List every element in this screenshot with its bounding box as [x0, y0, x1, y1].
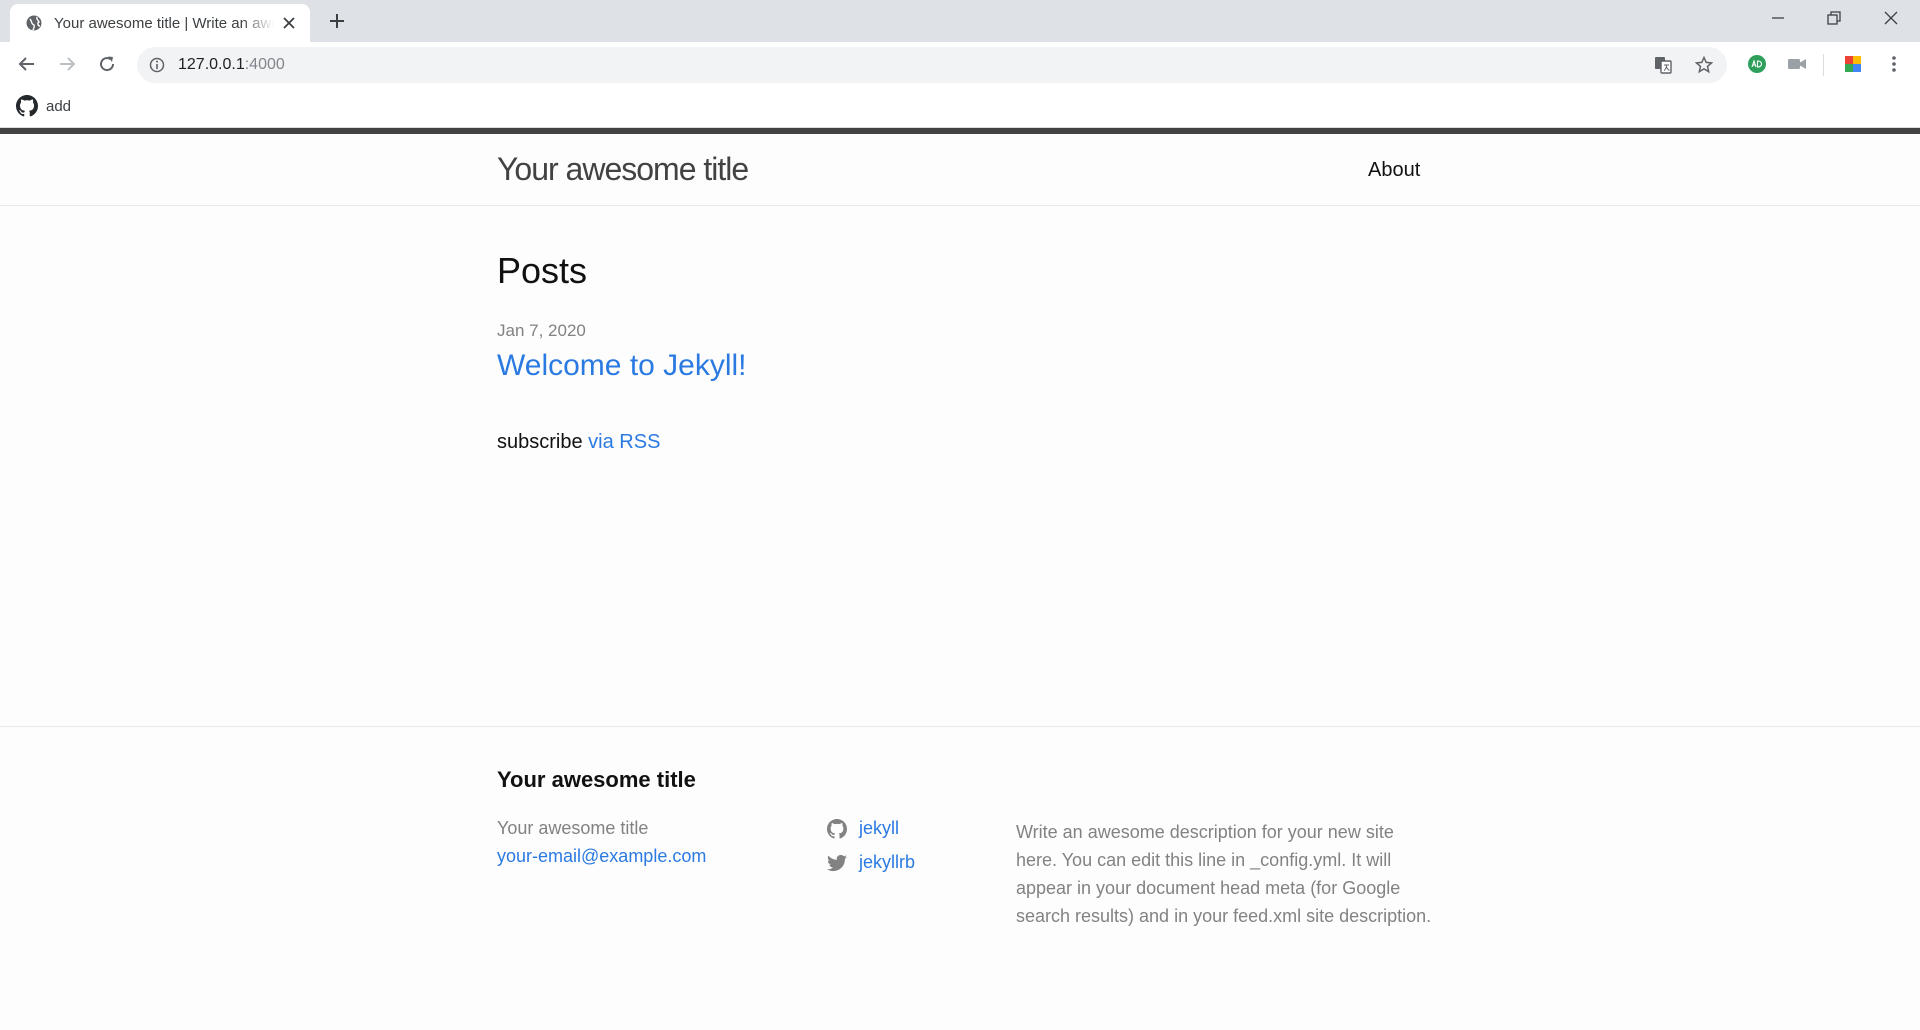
web-page: Your awesome title About Posts Jan 7, 20… [0, 128, 1920, 1030]
restore-icon[interactable] [1826, 10, 1842, 26]
minimize-icon[interactable] [1770, 10, 1786, 26]
github-link[interactable]: jekyll [827, 818, 899, 839]
bookmark-star-icon[interactable] [1695, 56, 1713, 74]
info-icon[interactable] [149, 57, 165, 73]
footer-heading: Your awesome title [497, 767, 696, 792]
rss-link[interactable]: via RSS [588, 431, 660, 453]
color-extension-icon[interactable] [1843, 54, 1863, 74]
toolbar-separator [1823, 54, 1824, 76]
post-title-link[interactable]: Welcome to Jekyll! [497, 349, 747, 383]
posts-heading: Posts [497, 250, 588, 291]
site-title-link[interactable]: Your awesome title [497, 151, 749, 188]
menu-kebab-icon[interactable] [1884, 54, 1904, 74]
subscribe-line: subscribe via RSS [497, 431, 660, 454]
close-tab-icon[interactable] [282, 16, 296, 30]
subscribe-text: subscribe [497, 431, 583, 453]
post-date: Jan 7, 2020 [497, 321, 586, 340]
twitter-username: jekyllrb [859, 852, 916, 872]
address-bar[interactable]: 127.0.0.1:4000 [137, 47, 1727, 83]
bookmark-label: add [46, 97, 72, 115]
back-icon[interactable] [17, 54, 37, 74]
camera-extension-icon[interactable] [1787, 54, 1807, 74]
bookmark-add[interactable]: add [16, 94, 71, 118]
site-header: Your awesome title About [0, 134, 1920, 206]
footer-description: Write an awesome description for your ne… [1016, 822, 1432, 926]
browser-tab[interactable]: Your awesome title | Write an awesome de… [10, 4, 310, 42]
footer-email-link[interactable]: your-email@example.com [497, 846, 706, 867]
twitter-icon [827, 854, 847, 871]
footer-name: Your awesome title [497, 818, 649, 838]
adguard-extension-icon[interactable] [1747, 54, 1767, 74]
forward-icon[interactable] [57, 54, 77, 74]
tab-strip: Your awesome title | Write an awesome de… [0, 0, 1920, 42]
github-icon [16, 95, 38, 117]
url-host: 127.0.0.1 [178, 56, 245, 73]
reload-icon[interactable] [97, 54, 117, 74]
globe-icon [26, 15, 42, 31]
url-port: :4000 [244, 56, 285, 73]
twitter-link[interactable]: jekyllrb [827, 852, 915, 873]
site-footer: Your awesome title Your awesome title yo… [0, 726, 1920, 1030]
url-text: 127.0.0.1:4000 [178, 56, 285, 74]
tab-title: Your awesome title | Write an awesome de… [54, 15, 274, 32]
new-tab-icon[interactable] [327, 11, 347, 31]
translate-icon[interactable] [1654, 56, 1672, 74]
close-window-icon[interactable] [1883, 10, 1899, 26]
nav-about-link[interactable]: About [1368, 159, 1420, 182]
github-username: jekyll [859, 818, 900, 838]
github-icon [827, 818, 847, 839]
bookmarks-bar: add [0, 86, 1920, 128]
